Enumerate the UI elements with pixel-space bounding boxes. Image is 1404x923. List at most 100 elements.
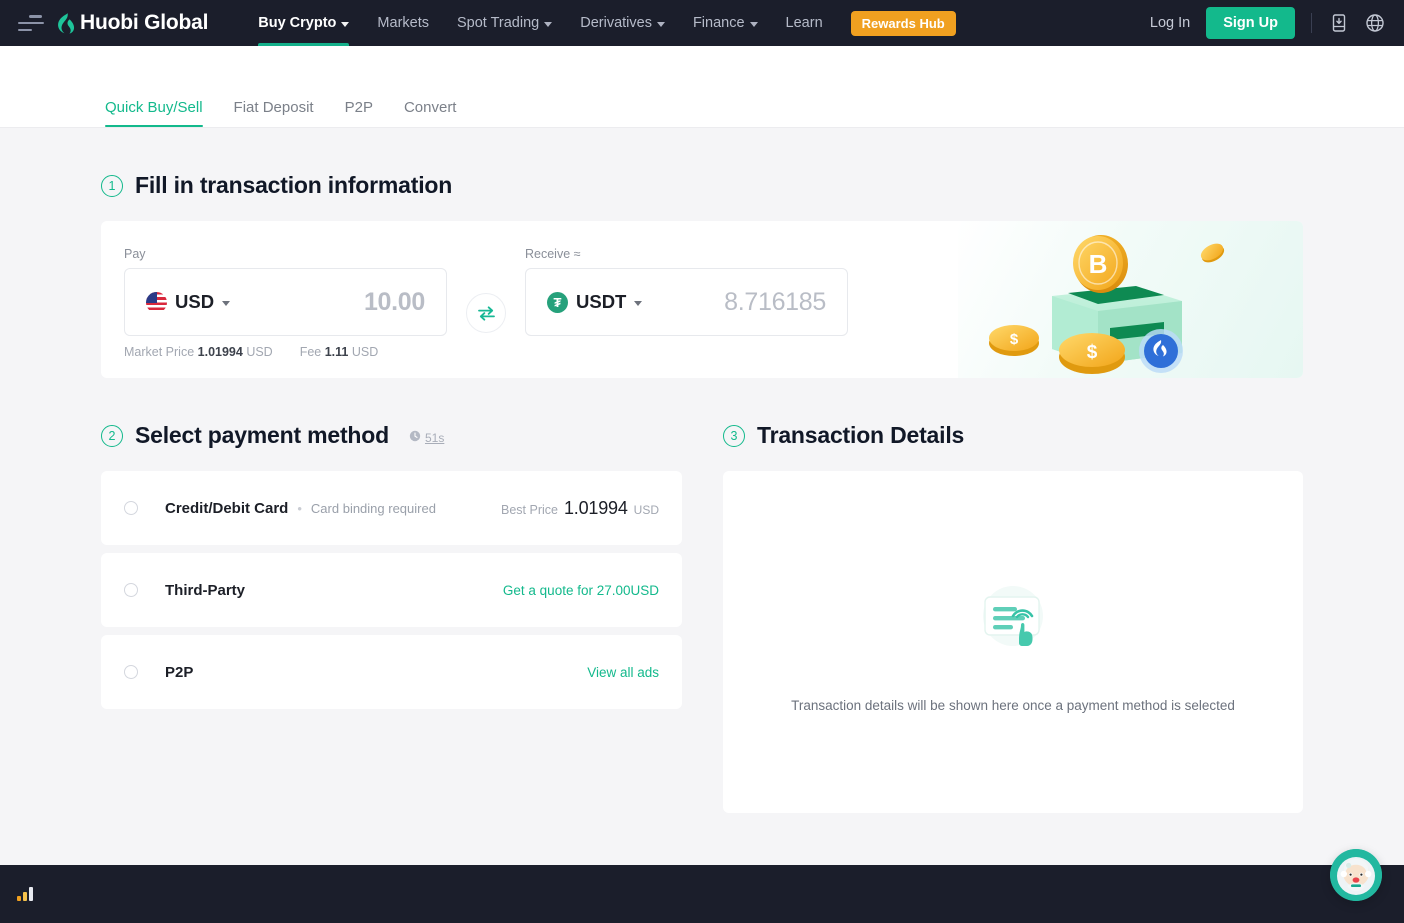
payment-method-subtitle: Card binding required bbox=[310, 500, 436, 516]
transaction-details-panel: Transaction details will be shown here o… bbox=[723, 471, 1303, 813]
best-price-value: 1.01994 bbox=[563, 497, 628, 518]
quote-countdown: 51s bbox=[409, 429, 444, 447]
receive-label: Receive ≈ bbox=[525, 247, 581, 261]
chevron-down-icon bbox=[544, 21, 553, 27]
chevron-down-icon bbox=[749, 21, 758, 27]
customer-support-avatar-icon[interactable] bbox=[1330, 849, 1382, 901]
pay-amount-input[interactable]: 10.00 bbox=[364, 288, 425, 317]
step-2-title: Select payment method bbox=[135, 422, 389, 448]
nav-label: Buy Crypto bbox=[258, 15, 337, 31]
step-1-header: 1 Fill in transaction information bbox=[101, 172, 1303, 199]
nav-label: Learn bbox=[785, 15, 823, 31]
transaction-input-panel: B $ $ Pay USD 10.00 Market Price 1.01994… bbox=[101, 221, 1303, 378]
pay-currency-selector[interactable]: USD bbox=[146, 291, 231, 313]
rewards-hub-button[interactable]: Rewards Hub bbox=[850, 10, 956, 36]
section-tabs: Quick Buy/Sell Fiat Deposit P2P Convert bbox=[0, 46, 1404, 128]
payment-method-third-party[interactable]: Third-Party Get a quote for 27.00USD bbox=[101, 553, 682, 627]
radio-button[interactable] bbox=[124, 501, 138, 515]
svg-text:$: $ bbox=[1087, 342, 1098, 363]
chevron-down-icon bbox=[634, 301, 643, 306]
brand-logo[interactable]: Huobi Global bbox=[58, 11, 208, 35]
step-3-number: 3 bbox=[723, 424, 745, 447]
nav-item-buy-crypto[interactable]: Buy Crypto bbox=[244, 0, 363, 46]
login-button[interactable]: Log In bbox=[1134, 15, 1206, 31]
page-root: Huobi Global Buy Crypto Markets Spot Tra… bbox=[0, 0, 1404, 923]
nav-label: Derivatives bbox=[580, 15, 652, 31]
clock-icon bbox=[409, 429, 421, 447]
download-app-icon[interactable] bbox=[1328, 12, 1350, 34]
tab-quick-buy-sell[interactable]: Quick Buy/Sell bbox=[105, 99, 203, 127]
chevron-down-icon bbox=[656, 21, 665, 27]
tap-card-empty-state-icon bbox=[963, 571, 1063, 662]
pay-receive-row: Pay USD 10.00 Market Price 1.01994 USD F… bbox=[101, 221, 848, 359]
chevron-down-icon bbox=[222, 301, 231, 306]
nav-divider bbox=[1311, 13, 1312, 33]
payment-method-name: P2P bbox=[165, 663, 194, 681]
market-price-label: Market Price bbox=[124, 345, 195, 359]
best-price-group: Best Price 1.01994 USD bbox=[501, 498, 659, 519]
step-2-number: 2 bbox=[101, 424, 123, 447]
hamburger-menu-icon[interactable] bbox=[18, 15, 44, 31]
nav-label: Spot Trading bbox=[457, 15, 540, 31]
get-quote-link[interactable]: Get a quote for 27.00USD bbox=[503, 583, 659, 598]
nav-item-spot-trading[interactable]: Spot Trading bbox=[443, 0, 566, 46]
fee-label: Fee bbox=[299, 345, 322, 359]
footer-bar bbox=[0, 865, 1404, 923]
best-price-label: Best Price bbox=[501, 502, 558, 517]
receive-currency-selector[interactable]: ₮ USDT bbox=[547, 291, 643, 313]
nav-item-learn[interactable]: Learn bbox=[772, 0, 837, 46]
step-3-title: Transaction Details bbox=[757, 422, 965, 448]
countdown-text: 51s bbox=[424, 430, 445, 445]
us-flag-icon bbox=[146, 291, 167, 313]
payment-method-name: Credit/Debit Card bbox=[165, 499, 289, 517]
receive-currency-label: USDT bbox=[576, 291, 627, 312]
step-1-number: 1 bbox=[101, 174, 123, 197]
payment-method-p2p[interactable]: P2P View all ads bbox=[101, 635, 682, 709]
payment-method-credit-debit-card[interactable]: Credit/Debit Card • Card binding require… bbox=[101, 471, 682, 545]
tab-convert[interactable]: Convert bbox=[404, 99, 457, 127]
nav-item-finance[interactable]: Finance bbox=[679, 0, 772, 46]
best-price-unit: USD bbox=[633, 502, 659, 517]
step-2-header: 2 Select payment method 51s bbox=[101, 422, 682, 449]
nav-item-derivatives[interactable]: Derivatives bbox=[566, 0, 679, 46]
chevron-down-icon bbox=[341, 21, 350, 27]
usdt-tether-icon: ₮ bbox=[547, 291, 568, 313]
separator-dot: • bbox=[297, 500, 302, 516]
bitcoin-coin-deposit-box-illustration: B $ $ bbox=[958, 221, 1303, 378]
step-1-title: Fill in transaction information bbox=[135, 172, 453, 198]
fee-unit: USD bbox=[351, 345, 379, 359]
huobi-flame-icon bbox=[58, 12, 75, 34]
radio-button[interactable] bbox=[124, 583, 138, 597]
pay-currency-label: USD bbox=[175, 291, 215, 312]
receive-input-box[interactable]: ₮ USDT 8.716185 bbox=[525, 268, 848, 336]
main-content: 1 Fill in transaction information B $ $ … bbox=[0, 172, 1404, 813]
nav-item-markets[interactable]: Markets bbox=[363, 0, 443, 46]
radio-button[interactable] bbox=[124, 665, 138, 679]
pay-label: Pay bbox=[124, 247, 146, 261]
brand-name: Huobi Global bbox=[80, 11, 209, 34]
payment-method-name: Third-Party bbox=[165, 581, 246, 599]
receive-field-group: Receive ≈ ₮ USDT 8.716185 bbox=[525, 247, 848, 336]
svg-text:B: B bbox=[1089, 249, 1108, 279]
tab-fiat-deposit[interactable]: Fiat Deposit bbox=[234, 99, 314, 127]
fee-value: 1.11 bbox=[324, 345, 349, 359]
globe-language-icon[interactable] bbox=[1364, 12, 1386, 34]
step-3-header: 3 Transaction Details bbox=[723, 422, 1303, 449]
transaction-details-column: 3 Transaction Details Transaction detail… bbox=[723, 378, 1303, 813]
pay-input-box[interactable]: USD 10.00 bbox=[124, 268, 447, 336]
signal-bars-icon[interactable] bbox=[17, 887, 33, 901]
nav-label: Markets bbox=[377, 15, 429, 31]
nav-links: Buy Crypto Markets Spot Trading Derivati… bbox=[244, 0, 956, 46]
market-price-value: 1.01994 bbox=[197, 345, 243, 359]
signup-button[interactable]: Sign Up bbox=[1206, 7, 1295, 39]
swap-arrows-icon[interactable] bbox=[466, 293, 506, 333]
tab-p2p[interactable]: P2P bbox=[345, 99, 373, 127]
receive-amount-input[interactable]: 8.716185 bbox=[724, 288, 826, 317]
empty-state-text: Transaction details will be shown here o… bbox=[791, 698, 1235, 713]
price-fee-meta: Market Price 1.01994 USD Fee 1.11 USD bbox=[124, 345, 447, 359]
pay-field-group: Pay USD 10.00 Market Price 1.01994 USD F… bbox=[124, 247, 447, 359]
nav-right-group: Log In Sign Up bbox=[1134, 7, 1386, 39]
payment-method-column: 2 Select payment method 51s Credit/Debit… bbox=[101, 378, 682, 813]
view-all-ads-link[interactable]: View all ads bbox=[587, 665, 659, 680]
svg-text:$: $ bbox=[1010, 331, 1019, 348]
